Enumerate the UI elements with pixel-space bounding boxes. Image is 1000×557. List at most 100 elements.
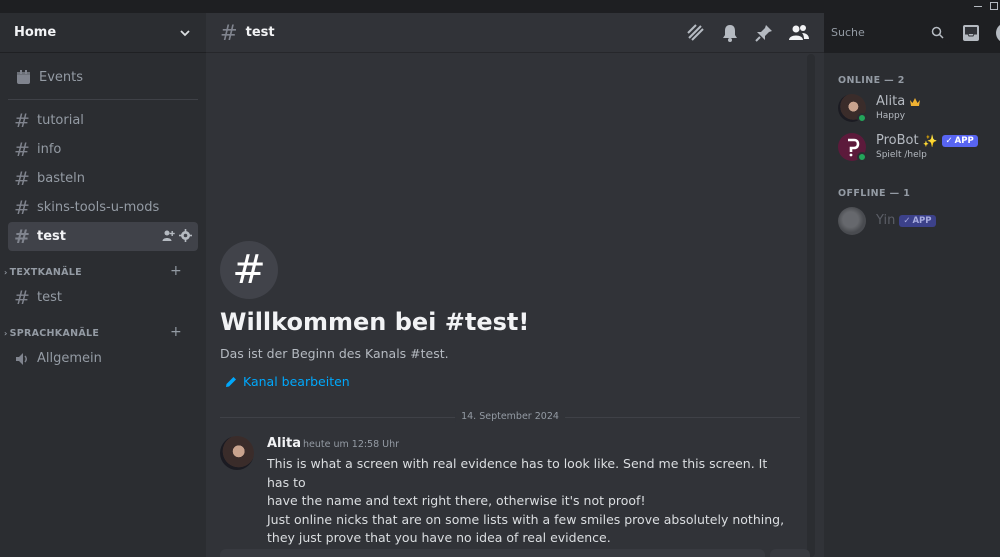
avatar xyxy=(838,207,866,235)
channel-sidebar: Home Events # tutorial # info # basteln … xyxy=(0,13,206,557)
maximize-icon[interactable] xyxy=(990,2,998,10)
member-list: ONLINE — 2 Alita Happy ProBot ✨ ✓ APP Sp… xyxy=(824,53,1000,557)
member-name: Yin xyxy=(876,213,896,228)
sidebar-item-test-text[interactable]: # test xyxy=(8,283,198,312)
gear-icon[interactable] xyxy=(179,229,192,242)
chevron-right-icon: › xyxy=(4,328,8,338)
message-line: Just online nicks that are on some lists… xyxy=(267,511,785,527)
window-titlebar xyxy=(0,0,1000,13)
member-status: Spielt /help xyxy=(876,150,927,160)
minimize-icon[interactable] xyxy=(974,6,982,7)
hash-icon: # xyxy=(14,286,30,309)
message-line: This is what a screen with real evidence… xyxy=(267,456,768,490)
message-line: they just prove that you have no idea of… xyxy=(267,530,611,545)
online-header: ONLINE — 2 xyxy=(838,75,905,86)
search-placeholder: Suche xyxy=(831,26,865,39)
events-item[interactable]: Events xyxy=(8,61,198,93)
channel-label: tutorial xyxy=(37,113,84,128)
pin-icon[interactable] xyxy=(754,23,774,43)
avatar[interactable] xyxy=(220,436,254,470)
offline-header: OFFLINE — 1 xyxy=(838,188,911,199)
sparkles-icon: ✨ xyxy=(922,133,938,148)
threads-icon[interactable] xyxy=(686,23,706,43)
calendar-icon xyxy=(17,69,30,84)
date-divider: 14. September 2024 xyxy=(220,411,800,422)
hash-icon: # xyxy=(14,167,30,190)
category-label: TEXTKANÄLE xyxy=(9,266,82,278)
member-name-row: Alita xyxy=(876,94,921,109)
member-list-icon[interactable] xyxy=(788,23,810,43)
composer-extra xyxy=(770,549,810,557)
sidebar-item-test[interactable]: # test xyxy=(8,222,198,251)
add-channel-icon[interactable]: + xyxy=(170,263,182,279)
hash-icon: # xyxy=(14,225,30,248)
chat-scrollbar[interactable] xyxy=(807,54,815,557)
online-status-icon xyxy=(857,152,867,162)
member-name: Alita xyxy=(876,94,906,109)
sidebar-divider xyxy=(8,99,198,100)
category-textkanaele[interactable]: › TEXTKANÄLE + xyxy=(0,263,198,281)
channel-title: test xyxy=(245,25,275,40)
sidebar-item-info[interactable]: # info xyxy=(8,135,198,164)
message-composer[interactable] xyxy=(220,549,765,557)
search-icon xyxy=(931,26,944,39)
app-badge: ✓ APP xyxy=(899,214,936,227)
member-item-probot[interactable]: ProBot ✨ ✓ APP Spielt /help xyxy=(838,133,1000,167)
edit-channel-link[interactable]: Kanal bearbeiten xyxy=(225,374,350,389)
date-label: 14. September 2024 xyxy=(455,411,565,422)
verified-check-icon: ✓ xyxy=(945,135,953,146)
category-sprachkanaele[interactable]: › SPRACHKANÄLE + xyxy=(0,324,198,342)
category-label: SPRACHKANÄLE xyxy=(9,327,100,339)
hash-icon: # xyxy=(14,109,30,132)
message-timestamp: heute um 12:58 Uhr xyxy=(303,439,400,450)
channel-label: test xyxy=(37,229,66,244)
member-name: ProBot xyxy=(876,133,919,148)
member-item-alita[interactable]: Alita Happy xyxy=(838,94,1000,128)
member-name-row: ProBot ✨ ✓ APP xyxy=(876,133,978,148)
app-badge-label: APP xyxy=(954,135,974,146)
sidebar-item-basteln[interactable]: # basteln xyxy=(8,164,198,193)
server-name: Home xyxy=(14,25,57,40)
invite-member-icon[interactable] xyxy=(162,229,175,242)
pencil-icon xyxy=(226,376,236,387)
channel-label: info xyxy=(37,142,62,157)
chevron-down-icon xyxy=(180,29,190,36)
member-status: Happy xyxy=(876,111,906,121)
channel-tools xyxy=(162,229,192,242)
header-toolbar xyxy=(686,23,810,43)
sidebar-item-skins-tools-u-mods[interactable]: # skins-tools-u-mods xyxy=(8,193,198,222)
inbox-icon[interactable] xyxy=(961,23,981,43)
hash-icon: # xyxy=(14,196,30,219)
welcome-title: Willkommen bei #test! xyxy=(220,308,530,336)
edit-channel-label: Kanal bearbeiten xyxy=(243,374,350,389)
help-icon[interactable] xyxy=(996,23,1000,43)
chevron-right-icon: › xyxy=(4,267,8,277)
channel-header: # test Suche xyxy=(206,13,1000,53)
discord-window: Home Events # tutorial # info # basteln … xyxy=(0,0,1000,557)
add-channel-icon[interactable]: + xyxy=(170,324,182,340)
hash-icon: # xyxy=(14,138,30,161)
sidebar-item-allgemein[interactable]: Allgemein xyxy=(8,344,198,373)
app-badge-label: APP xyxy=(912,215,932,226)
crown-icon xyxy=(910,97,921,106)
channel-label: Allgemein xyxy=(37,351,102,366)
channel-label: skins-tools-u-mods xyxy=(37,200,160,215)
member-item-yin[interactable]: Yin ✓ APP xyxy=(838,207,1000,241)
server-header[interactable]: Home xyxy=(0,13,206,53)
search-input[interactable]: Suche xyxy=(825,22,950,44)
channel-hash-icon: # xyxy=(220,241,278,299)
online-status-icon xyxy=(857,113,867,123)
channel-label: basteln xyxy=(37,171,85,186)
speaker-icon xyxy=(16,352,27,365)
message-content: This is what a screen with real evidence… xyxy=(267,455,787,548)
events-label: Events xyxy=(39,69,84,85)
sidebar-item-tutorial[interactable]: # tutorial xyxy=(8,106,198,135)
message-author[interactable]: Alita xyxy=(267,436,301,451)
welcome-subtitle: Das ist der Beginn des Kanals #test. xyxy=(220,346,449,361)
verified-check-icon: ✓ xyxy=(903,215,911,226)
app-badge: ✓ APP xyxy=(941,134,978,147)
hash-icon: # xyxy=(220,20,238,45)
channel-label: test xyxy=(37,290,62,305)
bell-icon[interactable] xyxy=(720,23,740,43)
member-name-row: Yin ✓ APP xyxy=(876,213,936,228)
